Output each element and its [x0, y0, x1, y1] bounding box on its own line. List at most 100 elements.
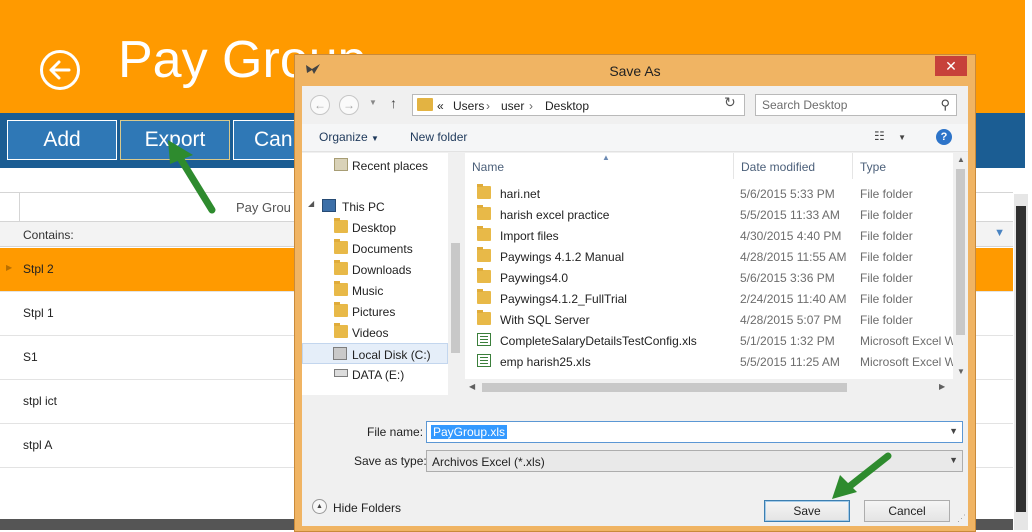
grid-row-indicator-header [0, 192, 20, 222]
grid-vertical-scrollbar[interactable] [1014, 194, 1028, 530]
command-bar: Organize ▼ New folder ☷ ▼ ? [302, 124, 968, 152]
forward-nav-icon[interactable]: → [339, 95, 359, 115]
save-as-dialog: Save As ✕ ← → ▼ ↑ « Users › user › Deskt… [294, 54, 976, 532]
scrollbar-thumb[interactable] [451, 243, 460, 353]
nav-item-downloads[interactable]: Downloads [302, 259, 448, 280]
nav-item-label: Local Disk (C:) [352, 348, 431, 362]
excel-file-icon [477, 354, 491, 367]
list-item[interactable]: harish excel practice 5/5/2015 11:33 AM Fi… [465, 204, 953, 225]
folder-icon [334, 323, 348, 338]
recent-locations-icon[interactable]: ▼ [369, 98, 377, 107]
cancel-button[interactable]: Can [233, 120, 303, 160]
column-header-type[interactable]: Type [853, 153, 953, 179]
folder-icon [477, 184, 491, 199]
add-button[interactable]: Add [7, 120, 117, 160]
chevron-down-icon[interactable]: ▼ [949, 426, 958, 436]
scroll-down-icon[interactable]: ▼ [957, 367, 965, 376]
list-item[interactable]: With SQL Server 4/28/2015 5:07 PM File fol… [465, 309, 953, 330]
nav-item-music[interactable]: Music [302, 280, 448, 301]
scroll-left-icon[interactable]: ◀ [469, 382, 475, 391]
folder-icon [417, 98, 433, 111]
computer-icon [322, 199, 336, 212]
nav-item-videos[interactable]: Videos [302, 322, 448, 343]
list-item[interactable]: Paywings 4.1.2 Manual 4/28/2015 11:55 AM F… [465, 246, 953, 267]
list-item[interactable]: hari.net 5/6/2015 5:33 PM File folder [465, 183, 953, 204]
folder-icon [334, 281, 348, 296]
search-box: ⚲ [755, 94, 957, 116]
dialog-titlebar[interactable]: Save As ✕ [295, 55, 975, 85]
list-item[interactable]: Paywings4.1.2_FullTrial 2/24/2015 11:40 A… [465, 288, 953, 309]
folder-icon [477, 268, 491, 283]
nav-item-pictures[interactable]: Pictures [302, 301, 448, 322]
search-input[interactable] [756, 95, 931, 115]
nav-item-label: Videos [352, 326, 389, 340]
column-header-pay-group[interactable]: Pay Grou [236, 200, 291, 215]
recent-places-icon [334, 158, 348, 171]
nav-item-documents[interactable]: Documents [302, 238, 448, 259]
back-nav-icon[interactable]: ← [310, 95, 330, 115]
address-bar[interactable]: « Users › user › Desktop ▼ [412, 94, 823, 116]
nav-item-recent-places[interactable]: Recent places [302, 155, 448, 176]
export-button[interactable]: Export [120, 120, 230, 160]
row-value: stpl ict [23, 394, 58, 408]
file-date: 5/6/2015 5:33 PM [740, 187, 835, 201]
up-folder-icon[interactable]: ↑ [390, 95, 397, 111]
file-type: File folder [860, 187, 913, 201]
list-item[interactable]: Paywings4.0 5/6/2015 3:36 PM File folder [465, 267, 953, 288]
row-indicator-icon: ▶ [6, 263, 13, 272]
breadcrumb-overflow[interactable]: « [437, 99, 444, 113]
folder-icon [334, 239, 348, 254]
nav-item-label: Recent places [352, 159, 429, 173]
nav-item-data-drive[interactable]: DATA (E:) [302, 364, 448, 385]
folder-icon [334, 260, 348, 275]
file-date: 4/28/2015 11:55 AM [740, 250, 847, 264]
save-type-select[interactable]: Archivos Excel (*.xls) ▼ [426, 450, 963, 472]
filter-icon[interactable]: ▼ [994, 227, 1005, 239]
file-list-horizontal-scrollbar[interactable]: ◀ ▶ [465, 379, 953, 395]
excel-file-icon [477, 333, 491, 346]
breadcrumb-users[interactable]: Users [453, 99, 484, 113]
drive-icon [334, 369, 348, 377]
sort-ascending-icon: ▲ [602, 153, 610, 162]
refresh-icon[interactable]: ↻ [724, 94, 736, 111]
file-list-vertical-scrollbar[interactable]: ▲ ▼ [953, 153, 968, 395]
save-type-value: Archivos Excel (*.xls) [432, 455, 545, 469]
file-list: Name ▲ Date modified Type hari.net 5/6/20… [465, 153, 968, 395]
scroll-right-icon[interactable]: ▶ [939, 382, 945, 391]
breadcrumb-separator-icon[interactable]: › [529, 99, 533, 113]
file-name: emp harish25.xls [500, 355, 591, 369]
list-item[interactable]: emp harish25.xls 5/5/2015 11:25 AM Microso… [465, 351, 953, 372]
folder-icon [477, 205, 491, 220]
breadcrumb-user[interactable]: user [501, 99, 524, 113]
change-view-icon[interactable]: ☷ ▼ [874, 129, 906, 143]
save-button[interactable]: Save [764, 500, 850, 522]
resize-grip-icon[interactable]: ⋰ [957, 513, 966, 524]
nav-item-desktop[interactable]: Desktop [302, 217, 448, 238]
nav-item-local-disk[interactable]: Local Disk (C:) [302, 343, 448, 364]
column-header-date[interactable]: Date modified [733, 153, 853, 179]
scrollbar-thumb[interactable] [482, 383, 847, 392]
scroll-up-icon[interactable]: ▲ [957, 155, 965, 164]
help-icon[interactable]: ? [936, 129, 952, 145]
nav-pane-scrollbar[interactable] [448, 153, 463, 395]
chevron-up-icon: ▲ [312, 499, 327, 514]
back-arrow-icon[interactable] [40, 50, 80, 90]
list-item[interactable]: Import files 4/30/2015 4:40 PM File folder [465, 225, 953, 246]
chevron-down-icon[interactable]: ▼ [949, 455, 958, 465]
scrollbar-thumb[interactable] [956, 169, 965, 335]
scrollbar-thumb[interactable] [1016, 206, 1026, 512]
cancel-dialog-button[interactable]: Cancel [864, 500, 950, 522]
list-item[interactable] [465, 372, 953, 379]
organize-menu[interactable]: Organize ▼ [319, 130, 379, 144]
close-icon[interactable]: ✕ [935, 56, 967, 76]
search-icon[interactable]: ⚲ [940, 97, 950, 113]
breadcrumb-desktop[interactable]: Desktop [545, 99, 589, 113]
list-item[interactable]: CompleteSalaryDetailsTestConfig.xls 5/1/2… [465, 330, 953, 351]
nav-item-label: Desktop [352, 221, 397, 235]
nav-item-this-pc[interactable]: ◢ This PC [302, 196, 448, 217]
breadcrumb-separator-icon[interactable]: › [486, 99, 490, 113]
nav-item-label: Downloads [352, 263, 412, 277]
column-header-label: Date modified [741, 160, 816, 174]
file-name-field[interactable]: PayGroup.xls ▼ [426, 421, 963, 443]
new-folder-button[interactable]: New folder [410, 130, 467, 144]
